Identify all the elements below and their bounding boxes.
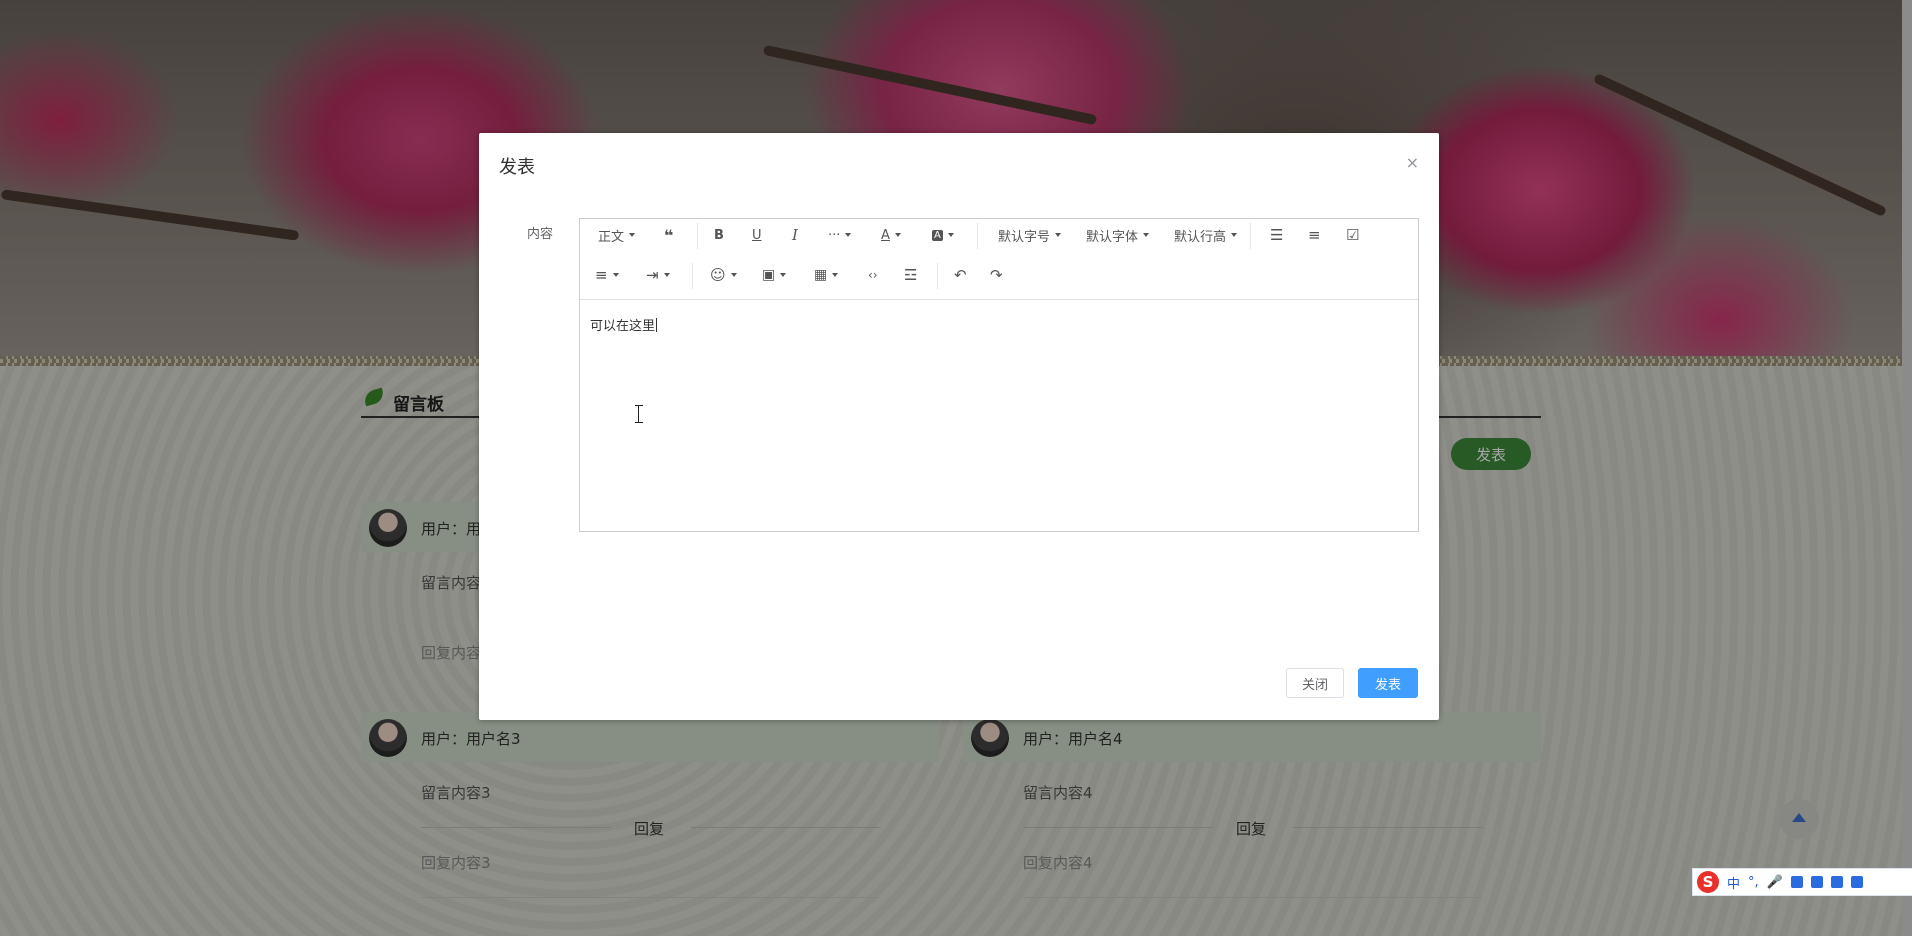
paragraph-format-dropdown[interactable]: 正文: [598, 224, 636, 246]
game-icon[interactable]: [1830, 876, 1843, 888]
font-family-dropdown[interactable]: 默认字体: [1086, 224, 1150, 246]
image-icon[interactable]: ▣: [762, 264, 787, 286]
toolbox-icon[interactable]: [1850, 876, 1863, 888]
more-styles-dropdown[interactable]: ···: [828, 224, 852, 246]
emoji-icon[interactable]: ☺: [710, 264, 737, 286]
publish-dialog: 发表 × 内容 正文 ❝ B U I ··· A A 默认字号 默认字体 默认行…: [479, 133, 1439, 720]
microphone-icon[interactable]: 🎤: [1767, 875, 1783, 890]
line-height-label: 默认行高: [1174, 229, 1227, 245]
font-color-icon[interactable]: A: [881, 224, 901, 246]
font-size-label: 默认字号: [998, 229, 1051, 245]
editor-content[interactable]: 可以在这里: [590, 315, 657, 334]
close-icon[interactable]: ×: [1406, 153, 1419, 172]
skin-icon[interactable]: [1810, 876, 1823, 888]
font-family-label: 默认字体: [1086, 229, 1139, 245]
undo-icon[interactable]: ↶: [954, 264, 967, 286]
rich-text-editor: 正文 ❝ B U I ··· A A 默认字号 默认字体 默认行高 ☰ ≡ ☑ …: [579, 218, 1419, 532]
ime-punctuation[interactable]: °,: [1748, 875, 1759, 890]
ime-toolbar[interactable]: S 中 °, 🎤: [1692, 868, 1912, 896]
ime-mode[interactable]: 中: [1727, 873, 1740, 892]
font-size-dropdown[interactable]: 默认字号: [998, 224, 1062, 246]
submit-button[interactable]: 发表: [1358, 668, 1418, 698]
redo-icon[interactable]: ↷: [990, 264, 1003, 286]
line-height-dropdown[interactable]: 默认行高: [1174, 224, 1238, 246]
align-dropdown[interactable]: ≡: [595, 264, 619, 286]
code-icon[interactable]: ‹›: [868, 264, 878, 286]
paragraph-label: 正文: [598, 229, 625, 245]
editor-toolbar: 正文 ❝ B U I ··· A A 默认字号 默认字体 默认行高 ☰ ≡ ☑ …: [580, 219, 1418, 300]
italic-icon[interactable]: I: [792, 224, 798, 246]
numbered-list-icon[interactable]: ≡: [1308, 224, 1321, 246]
background-color-icon[interactable]: A: [932, 224, 954, 246]
dialog-title: 发表: [499, 157, 535, 178]
table-icon[interactable]: ▦: [814, 264, 839, 286]
indent-dropdown[interactable]: ⇥: [646, 264, 670, 286]
sogou-logo-icon[interactable]: S: [1697, 871, 1719, 893]
divider-icon[interactable]: ☲: [904, 264, 917, 286]
close-button[interactable]: 关闭: [1286, 668, 1344, 698]
keyboard-icon[interactable]: [1790, 876, 1803, 888]
quote-icon[interactable]: ❝: [664, 224, 673, 246]
underline-icon[interactable]: U: [752, 224, 762, 246]
content-label: 内容: [527, 227, 554, 242]
bulleted-list-icon[interactable]: ☰: [1270, 224, 1283, 246]
checklist-icon[interactable]: ☑: [1346, 224, 1359, 246]
text-cursor-icon: [635, 405, 643, 423]
bold-icon[interactable]: B: [714, 224, 724, 246]
